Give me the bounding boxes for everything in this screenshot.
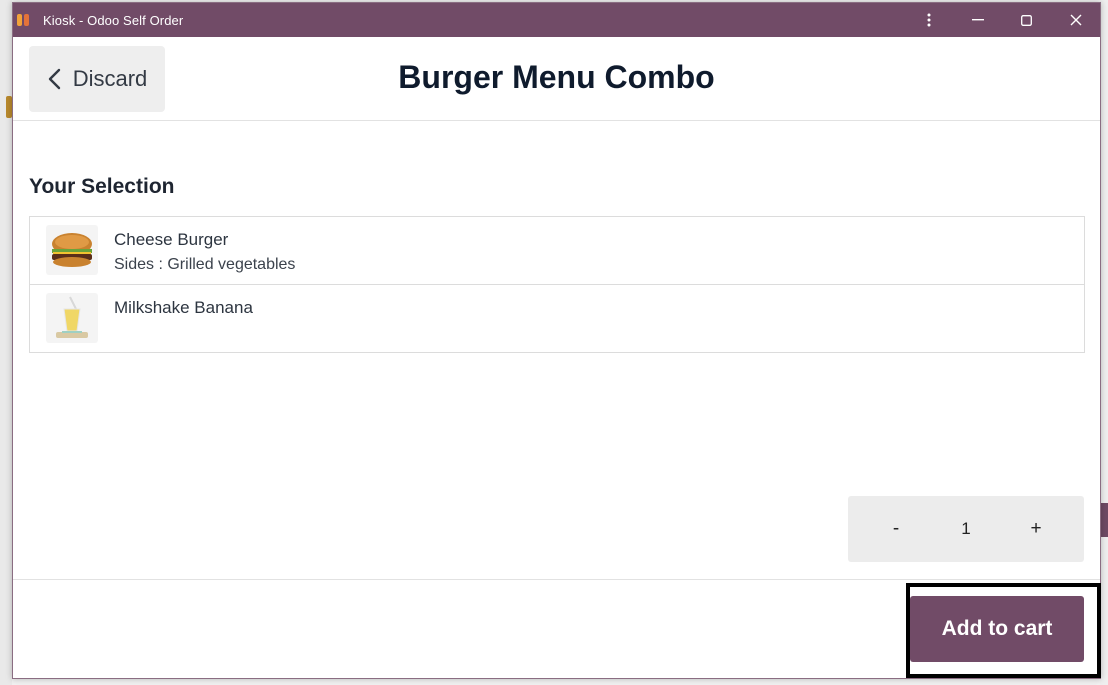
list-item[interactable]: Milkshake Banana [30, 285, 1084, 352]
page-header: Discard Burger Menu Combo [13, 37, 1100, 121]
decrease-quantity-button[interactable]: - [848, 496, 944, 562]
background-tag [1100, 503, 1108, 537]
background-browser-right-edge [1100, 0, 1108, 685]
burger-image [46, 225, 98, 275]
window-title: Kiosk - Odoo Self Order [43, 12, 184, 28]
quantity-stepper: - 1 + [848, 496, 1084, 562]
item-name: Cheese Burger [114, 230, 229, 249]
selection-heading: Your Selection [29, 175, 175, 198]
milkshake-image [46, 293, 98, 343]
background-browser-left-edge [0, 0, 12, 685]
list-item[interactable]: Cheese Burger Sides : Grilled vegetables [30, 217, 1084, 285]
maximize-icon[interactable] [1002, 3, 1051, 37]
app-logo-icon [17, 12, 39, 28]
increase-quantity-button[interactable]: + [988, 496, 1084, 562]
vertical-ellipsis-icon[interactable] [904, 3, 953, 37]
kiosk-window: Kiosk - Odoo Self Order Discard Burger M… [12, 2, 1101, 679]
window-controls [904, 3, 1100, 37]
selection-list: Cheese Burger Sides : Grilled vegetables… [29, 216, 1085, 353]
add-to-cart-button[interactable]: Add to cart [910, 596, 1084, 662]
minimize-icon[interactable] [953, 3, 1002, 37]
page-title: Burger Menu Combo [398, 59, 715, 95]
item-name: Milkshake Banana [114, 298, 253, 317]
item-detail: Sides : Grilled vegetables [114, 256, 296, 273]
quantity-value: 1 [961, 519, 971, 538]
window-titlebar[interactable]: Kiosk - Odoo Self Order [13, 3, 1100, 37]
close-icon[interactable] [1051, 3, 1100, 37]
